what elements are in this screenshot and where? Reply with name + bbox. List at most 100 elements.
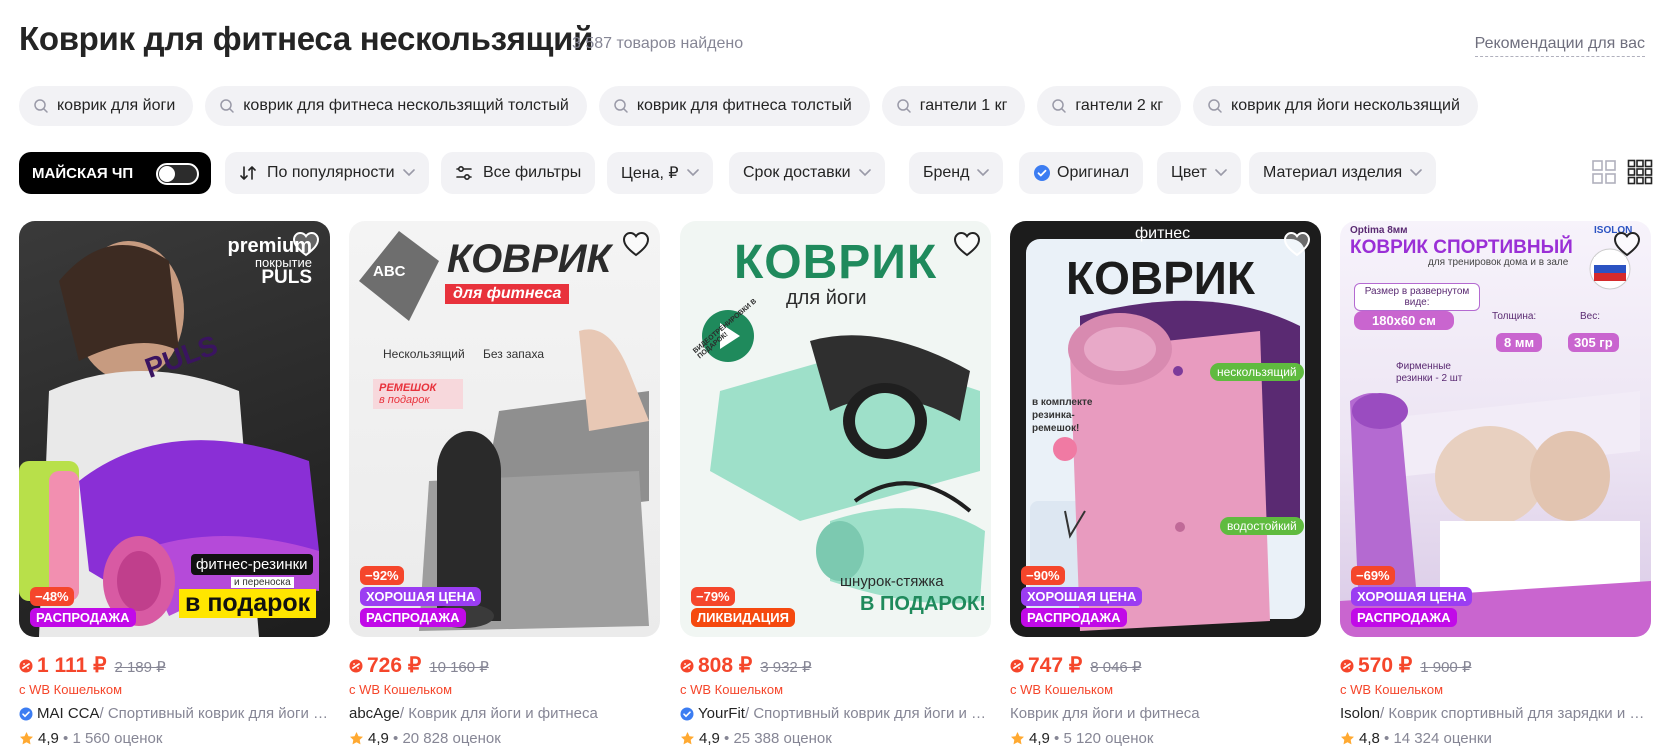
favorite-heart-icon[interactable] xyxy=(1613,231,1641,257)
product-image[interactable]: КОВРИК для йоги ВИДЕОТРЕНИРОВКИ В ПОДАРО… xyxy=(680,221,991,637)
product-card[interactable]: Optima 8мм ISOLON КОВРИК СПОРТИВНЫЙ для … xyxy=(1340,221,1651,747)
rating: 4,9 • 5 120 оценок xyxy=(1010,730,1321,747)
price-line: 726 ₽ 10 160 ₽ xyxy=(349,653,660,678)
product-brand: abcAge xyxy=(349,705,400,722)
all-filters-button[interactable]: Все фильтры xyxy=(441,152,596,194)
suggestion-chip[interactable]: коврик для фитнеса толстый xyxy=(598,86,870,126)
image-text: КОВРИК xyxy=(447,237,612,281)
star-icon xyxy=(681,732,694,745)
delivery-filter-label: Срок доставки xyxy=(743,164,851,181)
product-name: / Коврик спортивный для зарядки и фитнес… xyxy=(1380,705,1651,722)
grid-small-view-icon[interactable] xyxy=(1627,159,1653,185)
product-image[interactable]: ABC КОВРИК для фитнеса Нескользящий Без … xyxy=(349,221,660,637)
suggestion-chip[interactable]: гантели 2 кг xyxy=(1037,86,1182,126)
price-filter-label: Цена, ₽ xyxy=(621,165,679,182)
good-price-badge: ХОРОШАЯ ЦЕНА xyxy=(360,587,482,606)
image-text: КОВРИК xyxy=(734,236,938,289)
wb-wallet-icon xyxy=(349,659,363,672)
old-price: 3 932 ₽ xyxy=(760,659,812,676)
promo-switch[interactable] xyxy=(156,163,199,185)
review-count: • 1 560 оценок xyxy=(63,730,163,747)
sale-badge: РАСПРОДАЖА xyxy=(1021,608,1127,627)
product-name: / Спортивный коврик для йоги и фитнеса xyxy=(744,705,991,722)
wb-wallet-icon xyxy=(19,659,33,672)
discount-badge: −69% xyxy=(1351,566,1395,585)
image-text: КОВРИК xyxy=(1066,252,1255,304)
product-image[interactable]: Optima 8мм ISOLON КОВРИК СПОРТИВНЫЙ для … xyxy=(1340,221,1651,637)
search-icon xyxy=(614,99,628,113)
sort-label: По популярности xyxy=(267,164,395,181)
image-text: Optima 8мм xyxy=(1350,225,1408,236)
switch-knob xyxy=(159,166,175,182)
suggestion-label: коврик для йоги нескользящий xyxy=(1231,97,1460,114)
recommendations-link[interactable]: Рекомендации для вас xyxy=(1474,35,1645,57)
material-filter[interactable]: Материал изделия xyxy=(1249,152,1437,194)
product-card[interactable]: фитнес КОВРИК нескользящий водостойкий в… xyxy=(1010,221,1321,747)
wallet-note: с WB Кошельком xyxy=(1010,682,1114,697)
promo-toggle[interactable]: МАЙСКАЯ ЧП xyxy=(19,152,211,194)
wallet-note: с WB Кошельком xyxy=(680,682,784,697)
chevron-down-icon xyxy=(858,169,871,177)
product-image[interactable]: фитнес КОВРИК нескользящий водостойкий в… xyxy=(1010,221,1321,637)
badge-group: −90% ХОРОШАЯ ЦЕНА РАСПРОДАЖА xyxy=(1021,566,1143,627)
rating-value: 4,9 xyxy=(699,730,720,747)
badge-group: −92% ХОРОШАЯ ЦЕНА РАСПРОДАЖА xyxy=(360,566,482,627)
image-text: для фитнеса xyxy=(445,284,570,304)
product-card[interactable]: КОВРИК для йоги ВИДЕОТРЕНИРОВКИ В ПОДАРО… xyxy=(680,221,991,747)
search-icon xyxy=(897,99,911,113)
price-line: 1 111 ₽ 2 189 ₽ xyxy=(19,653,330,678)
product-price: 726 ₽ xyxy=(367,654,422,677)
suggestion-chip[interactable]: коврик для йоги нескользящий xyxy=(1193,86,1478,126)
favorite-heart-icon[interactable] xyxy=(953,231,981,257)
good-price-badge: ХОРОШАЯ ЦЕНА xyxy=(1351,587,1473,606)
suggestion-chip[interactable]: гантели 1 кг xyxy=(881,86,1026,126)
page-title: Коврик для фитнеса нескользящий xyxy=(19,20,594,57)
original-filter[interactable]: Оригинал xyxy=(1019,152,1144,194)
product-name: / Спортивный коврик для йоги и фитнеса xyxy=(99,705,330,722)
product-title[interactable]: MAI CCA / Спортивный коврик для йоги и ф… xyxy=(19,705,330,722)
image-text: шнурок-стяжка xyxy=(840,573,944,590)
verified-icon xyxy=(680,707,694,720)
price-filter[interactable]: Цена, ₽ xyxy=(607,152,713,194)
product-price: 747 ₽ xyxy=(1028,654,1083,677)
image-text: 8 мм xyxy=(1496,333,1543,352)
delivery-filter[interactable]: Срок доставки xyxy=(729,152,885,194)
original-filter-label: Оригинал xyxy=(1057,164,1130,181)
product-brand: Isolon xyxy=(1340,705,1381,722)
color-filter[interactable]: Цвет xyxy=(1157,152,1241,194)
image-text-line: РЕМЕШОК xyxy=(379,382,437,394)
discount-badge: −48% xyxy=(30,587,74,606)
suggestion-chip[interactable]: коврик для йоги xyxy=(19,86,194,126)
chevron-down-icon xyxy=(977,169,990,177)
favorite-heart-icon[interactable] xyxy=(292,231,320,257)
search-icon xyxy=(1208,99,1222,113)
review-count: • 14 324 оценки xyxy=(1384,730,1492,747)
product-title[interactable]: Коврик для йоги и фитнеса xyxy=(1010,705,1321,722)
favorite-heart-icon[interactable] xyxy=(622,231,650,257)
all-filters-label: Все фильтры xyxy=(483,164,582,181)
badge-group: −79% ЛИКВИДАЦИЯ xyxy=(691,587,795,627)
star-icon xyxy=(1011,732,1024,745)
image-text: Фирменные резинки - 2 шт xyxy=(1396,361,1463,384)
rating: 4,9 • 20 828 оценок xyxy=(349,730,660,747)
image-text: фитнес xyxy=(1135,225,1191,242)
product-name: Коврик для йоги и фитнеса xyxy=(1010,705,1200,722)
product-title[interactable]: abcAge / Коврик для йоги и фитнеса xyxy=(349,705,660,722)
filters-icon xyxy=(456,165,472,181)
brand-filter[interactable]: Бренд xyxy=(909,152,1004,194)
image-text: 180x60 см xyxy=(1354,311,1454,330)
favorite-heart-icon[interactable] xyxy=(1283,231,1311,257)
grid-large-view-icon[interactable] xyxy=(1591,159,1617,185)
product-card[interactable]: premium покрытие PULS PULS фитнес-резинк… xyxy=(19,221,330,747)
sort-dropdown[interactable]: По популярности xyxy=(225,152,429,194)
suggestion-label: коврик для фитнеса толстый xyxy=(636,97,852,114)
image-text: в подарок xyxy=(179,589,317,618)
suggestion-chip[interactable]: коврик для фитнеса нескользящий толстый xyxy=(205,86,587,126)
product-image[interactable]: premium покрытие PULS PULS фитнес-резинк… xyxy=(19,221,330,637)
product-title[interactable]: YourFit / Спортивный коврик для йоги и ф… xyxy=(680,705,991,722)
product-title[interactable]: Isolon / Коврик спортивный для зарядки и… xyxy=(1340,705,1651,722)
star-icon xyxy=(350,732,363,745)
product-card[interactable]: ABC КОВРИК для фитнеса Нескользящий Без … xyxy=(349,221,660,747)
image-text: нескользящий xyxy=(1210,363,1304,381)
image-text: для тренировок дома и в зале xyxy=(1428,257,1569,268)
